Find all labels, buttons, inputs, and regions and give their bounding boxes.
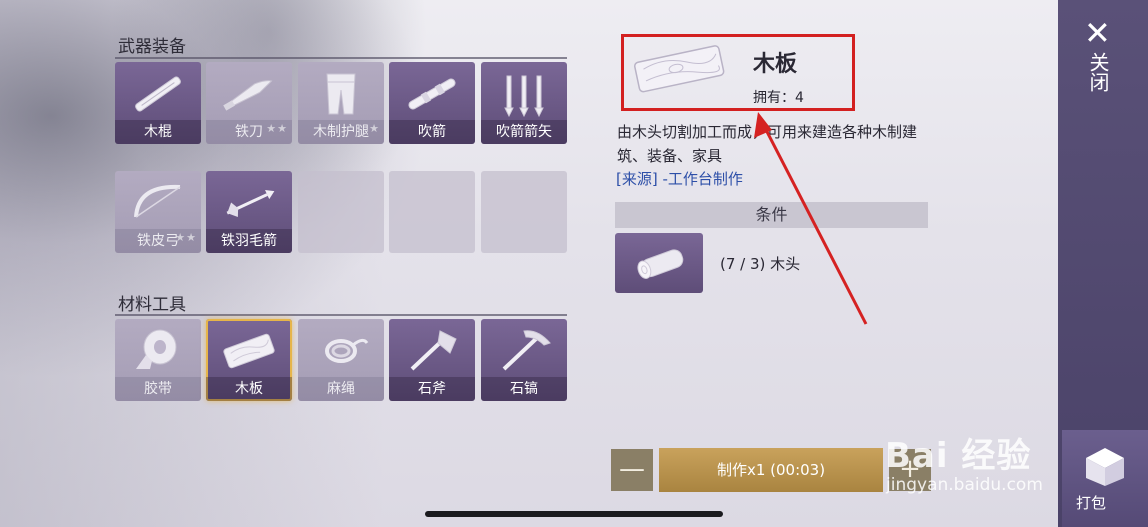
highlight-box (621, 34, 855, 111)
material-tile-stone-axe[interactable]: 石斧 (389, 319, 475, 401)
tile-label: 铁皮弓 (115, 229, 201, 253)
weapon-tile-iron-bow[interactable]: ★★ 铁皮弓 (115, 171, 201, 253)
home-indicator (425, 511, 723, 517)
tile-label: 铁刀 (206, 120, 292, 144)
stone-pickaxe-icon (502, 330, 551, 371)
condition-item-tile (615, 233, 703, 293)
tile-label: 胶带 (115, 377, 201, 401)
plank-icon (223, 333, 275, 369)
wooden-stick-icon (135, 76, 181, 112)
tile-label: 木制护腿 (298, 120, 384, 144)
material-tile-hemp-rope[interactable]: 麻绳 (298, 319, 384, 401)
materials-section-title: 材料工具 (118, 295, 186, 315)
weapon-tile-iron-knife[interactable]: ★★ 铁刀 (206, 62, 292, 144)
knife-icon (223, 80, 273, 111)
tile-label: 石斧 (389, 377, 475, 401)
watermark-url: jingyan.baidu.com (886, 475, 1043, 495)
craft-button[interactable]: 制作x1 (00:03) (659, 448, 883, 492)
weapon-tile-blowgun[interactable]: 吹箭 (389, 62, 475, 144)
item-description: 由木头切割加工而成，可用来建造各种木制建筑、装备、家具 (617, 123, 918, 165)
item-name: 木板 (753, 52, 798, 77)
weapon-tile-blowgun-darts[interactable]: 吹箭箭矢 (481, 62, 567, 144)
rope-icon (325, 338, 369, 363)
empty-slot (298, 171, 384, 253)
weapon-tile-wooden-stick[interactable]: 木棍 (115, 62, 201, 144)
empty-slot (389, 171, 475, 253)
leggings-icon (326, 73, 356, 115)
item-source: [来源] -工作台制作 (616, 170, 743, 188)
tile-label: 石镐 (481, 377, 567, 401)
tile-label: 麻绳 (298, 377, 384, 401)
tile-label: 木棍 (115, 120, 201, 144)
tape-icon (136, 329, 177, 369)
material-tile-wooden-plank[interactable]: 木板 (206, 319, 292, 401)
stone-axe-icon (410, 330, 457, 371)
tile-label: 吹箭箭矢 (481, 120, 567, 144)
tile-label: 铁羽毛箭 (206, 229, 292, 253)
blowgun-icon (408, 78, 456, 110)
item-owned-count: 拥有：4 (753, 90, 804, 106)
watermark: Bai 经验 (885, 436, 1032, 476)
tile-label: 吹箭 (389, 120, 475, 144)
log-icon (637, 249, 684, 279)
material-tile-stone-pickaxe[interactable]: 石镐 (481, 319, 567, 401)
close-icon[interactable]: ✕ (1084, 14, 1111, 52)
condition-text: (7 / 3) 木头 (720, 255, 801, 273)
arrow-icon (226, 190, 275, 218)
weapons-section-title: 武器装备 (118, 37, 186, 57)
bow-icon (134, 184, 181, 218)
weapon-tile-wooden-leggings[interactable]: ★ 木制护腿 (298, 62, 384, 144)
pack-button-label[interactable]: 打包 (1076, 492, 1106, 513)
conditions-header: 条件 (615, 202, 928, 228)
empty-slot (481, 171, 567, 253)
materials-section-divider (115, 314, 567, 316)
tile-label: 木板 (206, 377, 292, 401)
weapons-section-divider (115, 57, 567, 59)
decrease-quantity-button[interactable]: — (611, 449, 653, 491)
close-button-label[interactable]: 关闭 (1086, 52, 1110, 92)
material-tile-tape[interactable]: 胶带 (115, 319, 201, 401)
box-icon (1086, 448, 1124, 486)
weapon-tile-iron-feather-arrow[interactable]: 铁羽毛箭 (206, 171, 292, 253)
darts-icon (504, 75, 544, 118)
